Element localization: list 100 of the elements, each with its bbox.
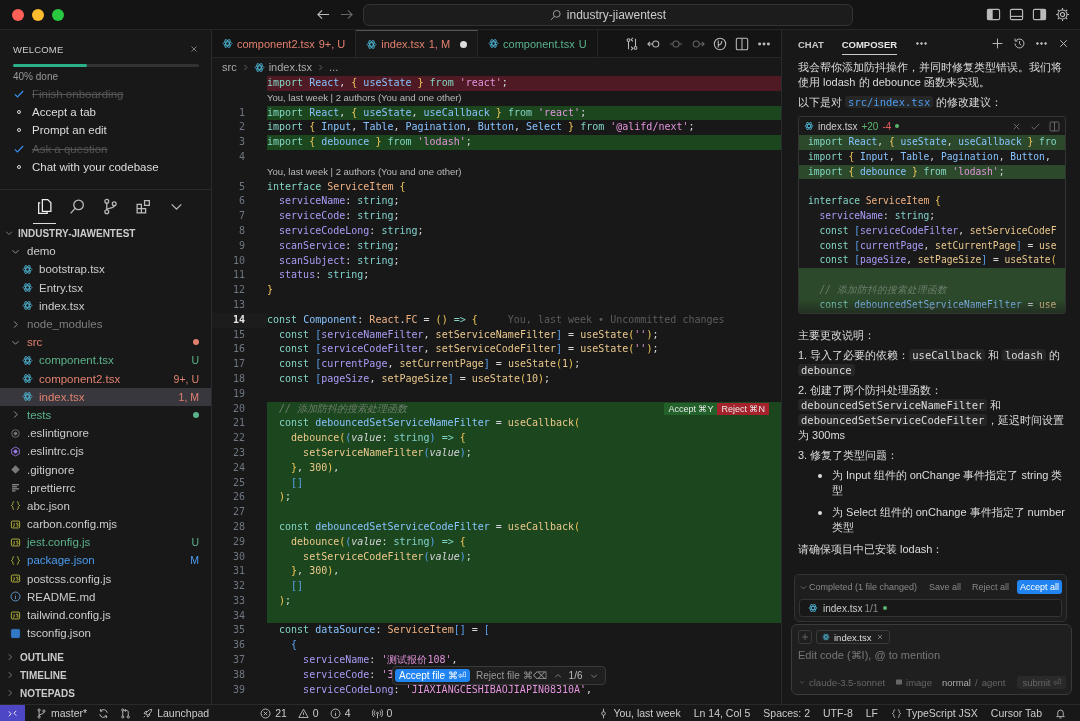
status-item[interactable]: Ln 14, Col 5 [693, 707, 751, 719]
code-line: [] [290, 580, 304, 592]
tree-item[interactable]: jest.config.js U [0, 533, 211, 552]
close-icon[interactable] [1057, 37, 1070, 50]
back-arrow-icon[interactable] [316, 7, 331, 22]
action-button[interactable]: Save all [925, 580, 964, 594]
accept-button[interactable]: Accept ⌘Y [664, 402, 718, 415]
tree-item[interactable]: node_modules [0, 314, 211, 334]
ports-count[interactable]: 0 [371, 707, 393, 719]
close-window-button[interactable] [12, 8, 24, 21]
file-item[interactable]: index.tsx 1/1 [799, 599, 1062, 617]
tree-item[interactable]: postcss.config.js [0, 569, 211, 588]
reject-file-button[interactable]: Reject file ⌘⌫ [475, 670, 547, 681]
status-item[interactable]: Cursor Tab [990, 707, 1042, 719]
panel-toggle-icon[interactable] [1009, 7, 1024, 22]
breadcrumb-item[interactable]: index.tsx [268, 61, 313, 73]
tree-item[interactable]: .gitignore [0, 460, 211, 479]
tree-item[interactable]: .eslintignore [0, 424, 211, 443]
tree-item[interactable]: README.md [0, 587, 211, 606]
maximize-window-button[interactable] [52, 8, 64, 21]
tree-item[interactable]: .eslintrc.cjs [0, 442, 211, 461]
branch-button[interactable]: master* [36, 707, 88, 719]
tree-item[interactable]: tsconfig.json [0, 624, 211, 643]
warning-count[interactable]: 0 [297, 707, 319, 719]
tree-item[interactable]: tailwind.config.js [0, 605, 211, 625]
launchpad-button[interactable]: Launchpad [142, 707, 210, 719]
tree-item[interactable]: Entry.tsx [0, 278, 211, 297]
error-count[interactable]: 21 [260, 707, 287, 719]
tree-item[interactable]: tests [0, 405, 211, 425]
tree-item[interactable]: .prettierrc [0, 478, 211, 497]
editor-tab[interactable]: index.tsx 1, M [356, 30, 479, 57]
code-line: import React, { useState } from 'react'; [267, 77, 508, 88]
line-number: 28 [232, 519, 245, 534]
atom-icon [366, 38, 378, 50]
atom-icon [253, 61, 265, 73]
status-dot [883, 606, 888, 610]
checklist-item[interactable]: Chat with your codebase [32, 160, 159, 173]
compare-icon[interactable] [625, 36, 639, 51]
folder-title[interactable]: INDUSTRY-JIAWENTEST [18, 227, 136, 239]
code-line: [] [290, 476, 304, 488]
tree-item[interactable]: carbon.config.mjs [0, 515, 211, 534]
panel-tab[interactable]: COMPOSER [841, 32, 898, 55]
breadcrumb-item[interactable]: ... [329, 61, 339, 73]
section-header[interactable]: OUTLINE [20, 651, 64, 663]
tree-item[interactable]: index.tsx 1, M [0, 387, 211, 406]
code-line: serviceCode: string; [278, 210, 400, 222]
tree-item[interactable]: demo [0, 242, 211, 261]
sidebar-toggle-icon[interactable] [986, 7, 1001, 22]
line-number: 30 [232, 549, 245, 564]
language-button[interactable]: TypeScript JSX [891, 707, 978, 719]
status-item[interactable]: Spaces: 2 [763, 707, 811, 719]
reject-button[interactable]: Reject ⌘N [717, 402, 769, 415]
file-chip[interactable]: index.tsx [816, 630, 890, 644]
code-line: scanSubject: string; [278, 254, 400, 266]
action-button[interactable]: Reject all [968, 580, 1012, 594]
tree-item[interactable]: index.tsx [0, 296, 211, 315]
status-dot [895, 124, 900, 128]
atom-icon [488, 38, 500, 49]
accept-file-button[interactable]: Accept file ⌘⏎ [395, 669, 470, 682]
panel-tab[interactable]: CHAT [798, 32, 824, 55]
minimize-window-button[interactable] [32, 8, 44, 21]
split-editor-icon[interactable] [735, 36, 749, 51]
tree-item[interactable]: abc.json [0, 496, 211, 515]
message-text: 2. 创建了两个防抖处理函数： debouncedSetServiceNameFilter 和 debouncedSetServiceCodeFilter ，延迟时间设置为 300ms [798, 382, 1066, 443]
mode-option[interactable]: normal [941, 676, 971, 688]
new-chat-icon[interactable] [991, 37, 1004, 50]
plus-icon [801, 633, 809, 641]
code-line: const [currentPage, setCurrentPage] = useState(1); [278, 358, 581, 370]
code-line: import { debounce } from 'lodash'; [267, 136, 472, 148]
close-icon[interactable] [189, 44, 199, 54]
tree-item[interactable]: src [0, 333, 211, 352]
status-item[interactable]: UTF-8 [823, 707, 853, 719]
sync-icon[interactable] [98, 707, 110, 719]
tree-item[interactable]: component.tsx U [0, 351, 211, 370]
editor-tab[interactable]: component.tsx U [478, 30, 598, 57]
search-field[interactable]: industry-jiawentest [363, 3, 853, 26]
status-text: Completed (1 file changed) [809, 582, 919, 592]
tree-item[interactable]: component2.tsx 9+, U [0, 369, 211, 388]
checklist-item[interactable]: Accept a tab [32, 106, 96, 119]
line-number: 12 [232, 283, 245, 298]
timeline-icon[interactable] [713, 36, 727, 51]
section-header[interactable]: NOTEPADS [20, 687, 75, 699]
tree-item[interactable]: bootstrap.tsx [0, 260, 211, 279]
sidebar-toggle-icon[interactable] [1032, 7, 1047, 22]
pull-request-icon[interactable] [120, 707, 132, 719]
js-file-icon [10, 573, 21, 585]
forward-arrow-icon[interactable] [339, 7, 354, 22]
checklist-item[interactable]: Prompt an edit [32, 124, 107, 137]
status-item[interactable]: LF [865, 707, 879, 719]
split-view-icon[interactable] [1049, 120, 1060, 132]
notifications-icon[interactable] [1055, 707, 1066, 719]
section-header[interactable]: TIMELINE [20, 669, 67, 681]
action-button[interactable]: Accept all [1016, 580, 1062, 594]
tree-item[interactable]: package.json M [0, 551, 211, 570]
blame-status[interactable]: You, last week [598, 707, 681, 719]
settings-icon[interactable] [1055, 7, 1070, 22]
breadcrumb-item[interactable]: src [222, 61, 237, 73]
info-icon [329, 707, 341, 719]
info-count[interactable]: 4 [329, 707, 351, 719]
history-icon[interactable] [1013, 37, 1026, 50]
